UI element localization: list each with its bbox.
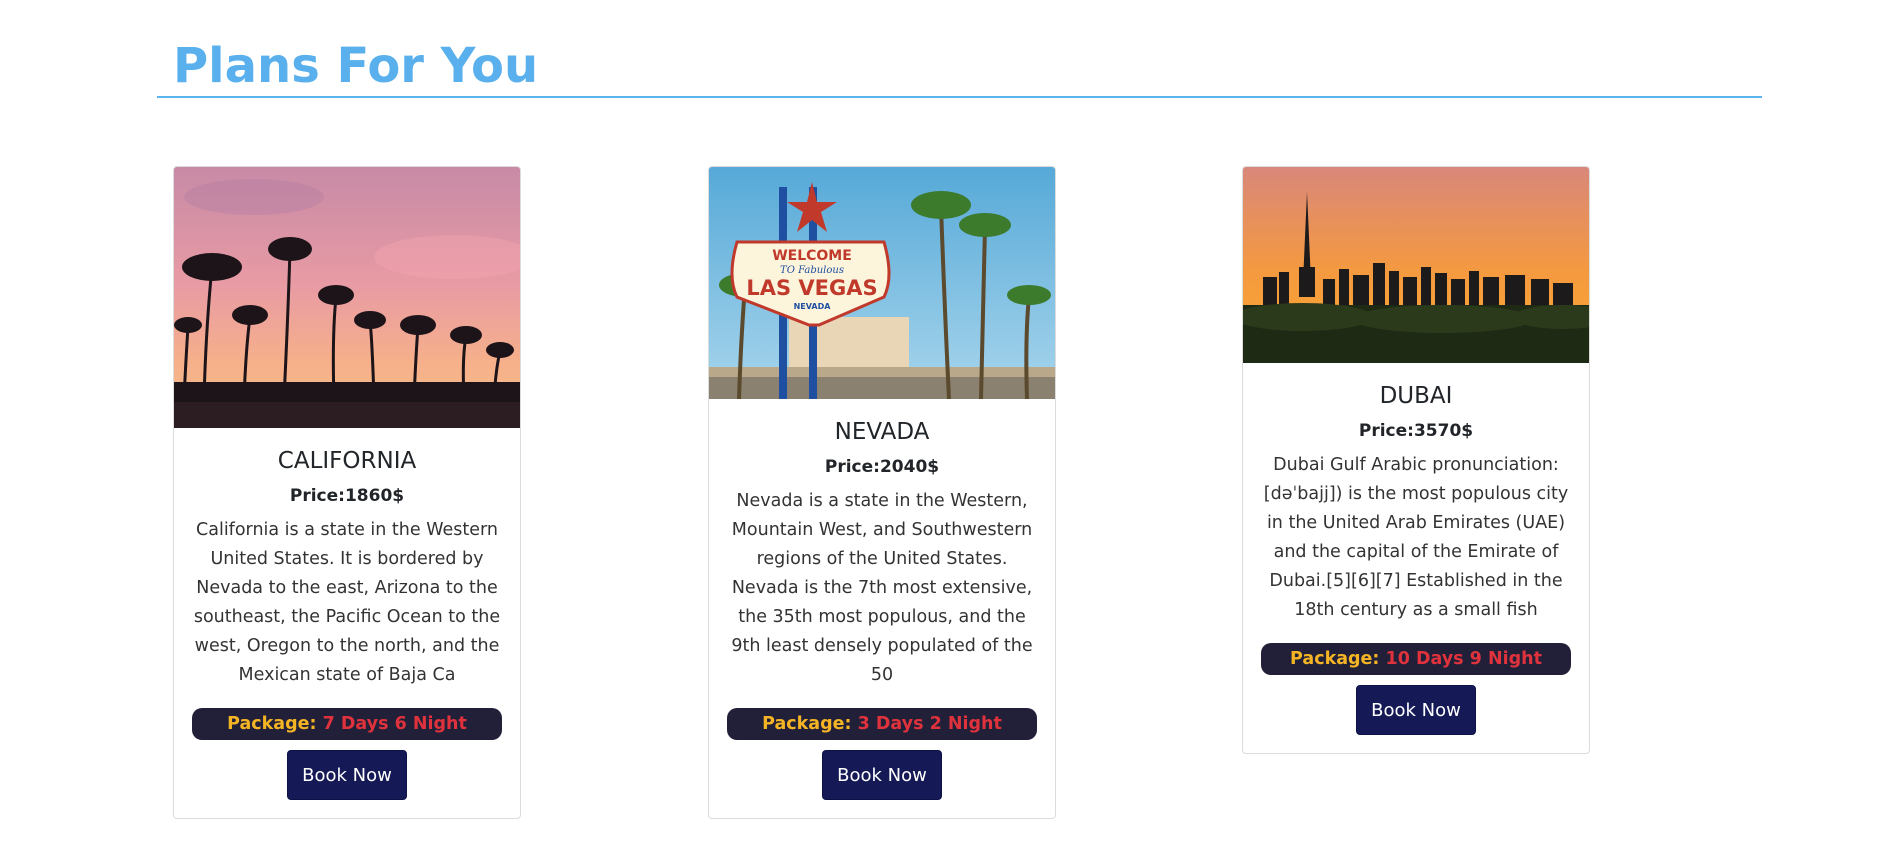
package-badge: Package: 3 Days 2 Night — [727, 707, 1037, 740]
section-header: Plans For You — [157, 30, 1762, 98]
plan-price: Price:3570$ — [1358, 421, 1474, 442]
book-now-button[interactable]: Book Now — [1356, 684, 1476, 735]
package-badge: Package: 10 Days 9 Night — [1261, 642, 1571, 675]
sign-line-welcome: WELCOME — [772, 248, 852, 264]
plan-price: Price:2040$ — [824, 457, 940, 478]
package-label: Package: — [1290, 648, 1380, 669]
plan-description: Dubai Gulf Arabic pronunciation: [dəˈbaj… — [1263, 454, 1569, 620]
package-label: Package: — [227, 713, 317, 734]
plan-description: Nevada is a state in the Western, Mounta… — [731, 490, 1033, 685]
plan-card-nevada: WELCOME TO Fabulous LAS VEGAS NEVADA NEV… — [708, 166, 1056, 819]
book-now-button[interactable]: Book Now — [287, 749, 407, 800]
plan-card-california: CALIFORNIA Price:1860$ California is a s… — [173, 166, 521, 819]
card-body: DUBAI Price:3570$ Dubai Gulf Arabic pron… — [1243, 363, 1589, 753]
book-now-button[interactable]: Book Now — [822, 749, 942, 800]
package-label: Package: — [762, 713, 852, 734]
sign-line-las-vegas: LAS VEGAS — [746, 276, 877, 300]
nevada-image: WELCOME TO Fabulous LAS VEGAS NEVADA — [709, 167, 1055, 399]
plan-title: NEVADA — [834, 419, 930, 445]
plan-price: Price:1860$ — [289, 486, 405, 507]
card-body: CALIFORNIA Price:1860$ California is a s… — [174, 428, 520, 818]
package-duration: 3 Days 2 Night — [857, 713, 1002, 734]
package-duration: 10 Days 9 Night — [1385, 648, 1542, 669]
package-badge: Package: 7 Days 6 Night — [192, 707, 502, 740]
package-duration: 7 Days 6 Night — [322, 713, 467, 734]
sign-line-nevada: NEVADA — [794, 302, 832, 311]
plan-description: California is a state in the Western Uni… — [193, 519, 501, 685]
plan-card-dubai: DUBAI Price:3570$ Dubai Gulf Arabic pron… — [1242, 166, 1590, 754]
plan-title: CALIFORNIA — [277, 448, 417, 474]
sign-line-fabulous: TO Fabulous — [780, 265, 844, 276]
plan-title: DUBAI — [1379, 383, 1453, 409]
section-title: Plans For You — [173, 38, 539, 94]
card-body: NEVADA Price:2040$ Nevada is a state in … — [709, 399, 1055, 818]
california-image — [174, 167, 520, 428]
dubai-image — [1243, 167, 1589, 363]
